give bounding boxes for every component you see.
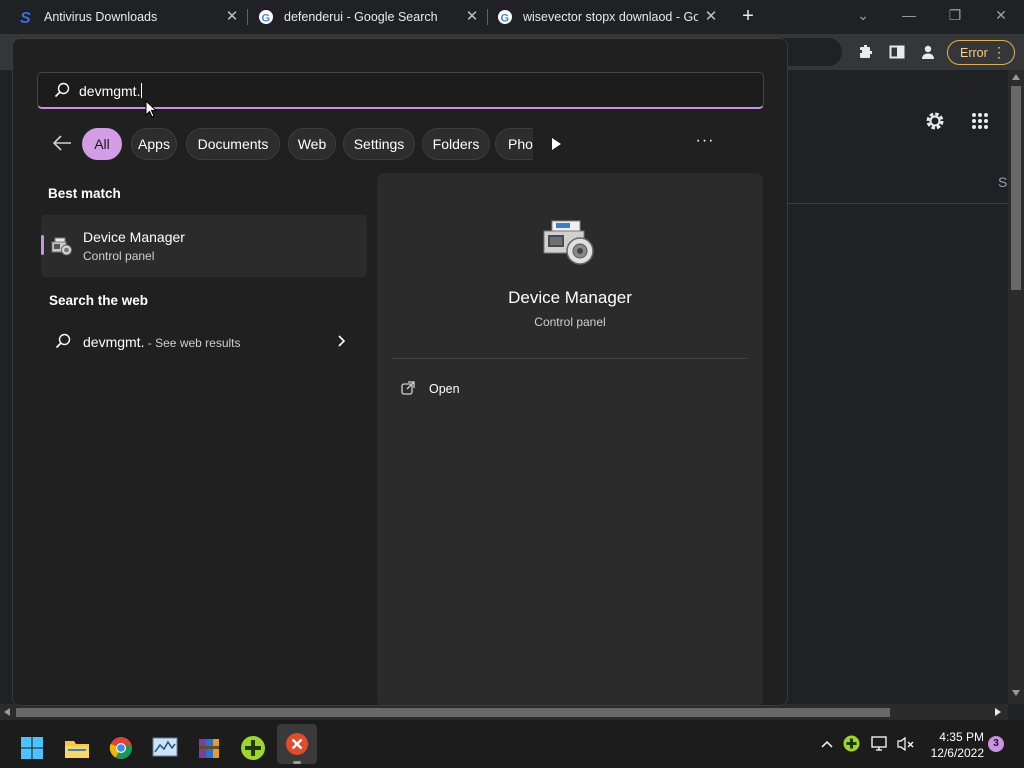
resource-monitor-icon[interactable] [145,728,185,768]
new-tab-button[interactable]: + [738,6,758,26]
file-explorer-icon[interactable] [57,728,97,768]
open-label: Open [429,382,460,396]
best-match-result[interactable]: Device Manager Control panel [41,215,367,277]
search-icon [54,82,70,103]
horizontal-scrollbar[interactable] [0,704,1008,720]
filter-web[interactable]: Web [288,128,336,160]
back-arrow-icon[interactable] [51,133,73,153]
filter-all[interactable]: All [82,128,122,160]
green-app-icon[interactable] [233,728,273,768]
horizontal-scroll-thumb[interactable] [16,708,890,717]
tab-wisevector-search[interactable]: G wisevector stopx downlaod - Goo ✕ [497,0,725,34]
scroll-up-icon[interactable] [1012,74,1020,80]
winrar-icon[interactable] [189,728,229,768]
open-external-icon [401,380,415,398]
scroll-left-icon[interactable] [4,708,10,716]
search-query-value: devmgmt. [79,83,141,99]
close-tab-icon[interactable]: ✕ [224,9,240,25]
mouse-cursor-icon [145,99,158,123]
svg-text:G: G [501,13,510,25]
filter-apps[interactable]: Apps [131,128,177,160]
show-hidden-icons-chevron-icon[interactable] [820,736,834,754]
web-result-text: devmgmt. - See web results [83,334,241,350]
volume-muted-icon[interactable] [897,736,915,757]
screen: S Antivirus Downloads ✕ G defenderui - G… [0,0,1024,768]
error-label: Error [960,45,988,60]
s-logo-icon: S [18,9,34,25]
web-search-result[interactable]: devmgmt. - See web results [41,323,367,359]
close-tab-icon[interactable]: ✕ [464,9,480,25]
profile-icon[interactable] [918,42,938,62]
scroll-down-icon[interactable] [1012,690,1020,696]
text-caret [141,83,143,98]
selection-accent [41,235,44,255]
google-icon: G [497,9,513,25]
system-clock[interactable]: 4:35 PM 12/6/2022 [920,729,984,761]
web-result-suffix: - See web results [144,336,241,350]
extensions-icon[interactable] [856,42,876,62]
preview-title: Device Manager [508,288,632,307]
tab-title: wisevector stopx downlaod - Goo [523,10,698,24]
tab-antivirus-downloads[interactable]: S Antivirus Downloads ✕ [18,0,246,34]
result-preview-pane: Device Manager Control panel Open [377,173,763,705]
filter-photos[interactable]: Pho [495,128,533,160]
scroll-right-icon[interactable] [995,708,1001,716]
device-manager-icon [51,237,73,262]
more-vert-icon: ⋮ [992,44,1006,60]
best-match-heading: Best match [48,186,121,201]
tab-separator [247,9,248,25]
close-window-icon[interactable]: ✕ [990,4,1012,26]
google-icon: G [258,9,274,25]
close-tab-icon[interactable]: ✕ [703,9,719,25]
page-partial-text: S [998,174,1008,190]
preview-subtitle: Control panel [534,315,606,329]
minimize-icon[interactable]: — [898,4,920,26]
apps-grid-icon[interactable] [971,112,989,135]
vertical-scroll-thumb[interactable] [1011,86,1021,290]
side-panel-icon[interactable] [887,42,907,62]
red-x-app-icon[interactable] [277,724,317,764]
clock-time: 4:35 PM [939,730,984,744]
chevron-right-icon [337,334,347,353]
restore-icon[interactable]: ❐ [944,4,966,26]
filter-settings[interactable]: Settings [343,128,415,160]
scroll-filters-right-icon[interactable] [551,137,561,150]
page-divider [788,203,1008,204]
vertical-scrollbar[interactable] [1008,70,1024,704]
svg-text:G: G [262,13,271,25]
tab-title: Antivirus Downloads [44,10,158,24]
tab-defenderui-search[interactable]: G defenderui - Google Search ✕ [258,0,486,34]
clock-date: 12/6/2022 [930,746,984,760]
windows-start-icon[interactable] [12,728,52,768]
tab-title: defenderui - Google Search [284,10,438,24]
browser-tab-strip: S Antivirus Downloads ✕ G defenderui - G… [0,0,1024,34]
notification-badge[interactable]: 3 [988,736,1004,752]
search-web-heading: Search the web [49,293,149,308]
network-icon[interactable] [871,736,889,757]
svg-text:S: S [20,10,31,25]
windows-search-panel: devmgmt. All Apps Documents Web Settings… [12,38,788,706]
tab-search-chevron-icon[interactable]: ⌄ [852,4,874,26]
preview-divider [392,358,747,359]
filter-folders[interactable]: Folders [422,128,490,160]
filter-documents[interactable]: Documents [186,128,280,160]
search-query-text: devmgmt. [79,83,143,99]
taskbar: 4:35 PM 12/6/2022 3 [0,720,1024,768]
web-result-query: devmgmt. [83,334,145,350]
green-app-tray-icon[interactable] [843,735,860,757]
best-match-title: Device Manager [83,229,185,245]
more-options-icon[interactable]: ··· [693,133,717,152]
search-icon [55,333,71,354]
tab-separator [487,9,488,25]
error-button[interactable]: Error ⋮ [947,40,1015,65]
device-manager-large-icon [542,219,598,272]
open-action[interactable]: Open [401,379,460,399]
best-match-subtitle: Control panel [83,249,155,263]
chrome-icon[interactable] [101,728,141,768]
running-indicator [293,761,301,764]
settings-gear-icon[interactable] [924,110,946,137]
